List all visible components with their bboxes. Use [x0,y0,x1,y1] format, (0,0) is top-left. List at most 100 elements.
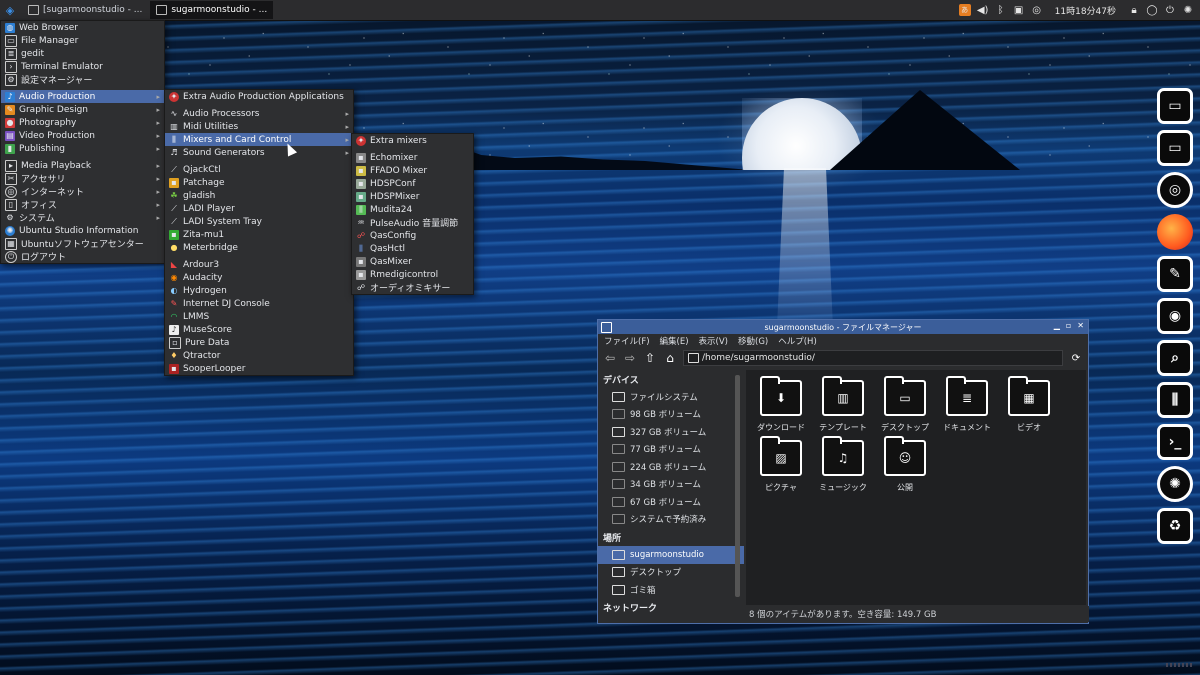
menu-item-internet[interactable]: ◎ インターネット ▸ [1,185,164,198]
window-titlebar[interactable]: sugarmoonstudio - ファイルマネージャー ▁ ▫ ✕ [598,320,1088,334]
sidebar-item-system-reserved[interactable]: システムで予約済み [598,511,744,529]
menu-item-settings-manager[interactable]: ⚙ 設定マネージャー [1,73,164,86]
folder-videos[interactable]: ▦ ビデオ [998,376,1060,440]
menu-item-pure-data[interactable]: ▫ Pure Data [165,336,353,349]
menu-item-extra-mixers[interactable]: ✦ Extra mixers [352,134,473,147]
menu-item-media-playback[interactable]: ▸ Media Playback ▸ [1,159,164,172]
close-icon[interactable]: ✕ [1077,321,1084,330]
menu-view[interactable]: 表示(V) [699,335,728,347]
sidebar-item-volume-98gb[interactable]: 98 GB ボリューム [598,406,744,424]
menu-item-graphic-design[interactable]: ✎ Graphic Design ▸ [1,103,164,116]
lock-icon[interactable]: 🔒︎ [1128,4,1140,16]
menu-item-musescore[interactable]: ♪ MuseScore [165,323,353,336]
back-arrow-icon[interactable]: ⇦ [603,351,617,365]
sidebar-item-volume-34gb[interactable]: 34 GB ボリューム [598,476,744,494]
menu-item-logout[interactable]: ⏻ ログアウト [1,250,164,263]
ubuntu-tray-icon[interactable]: ✺ [1182,4,1194,16]
menu-item-rmedigicontrol[interactable]: ▪ Rmedigicontrol [352,268,473,281]
sidebar-scrollbar[interactable] [735,375,740,597]
menu-item-gedit[interactable]: ≣ gedit [1,47,164,60]
menu-item-terminal[interactable]: › Terminal Emulator [1,60,164,73]
up-arrow-icon[interactable]: ⇧ [643,351,657,365]
menu-item-office[interactable]: ▯ オフィス ▸ [1,198,164,211]
sidebar-item-home[interactable]: sugarmoonstudio [598,546,744,564]
text-editor-icon[interactable]: ✎ [1157,256,1193,292]
user-icon[interactable]: ◯ [1146,4,1158,16]
menu-item-photography[interactable]: ● Photography ▸ [1,116,164,129]
menu-item-video-production[interactable]: ▤ Video Production ▸ [1,129,164,142]
folder-documents[interactable]: ≣ ドキュメント [936,376,998,440]
menu-item-midi-utilities[interactable]: ▥ Midi Utilities ▸ [165,120,353,133]
folder-desktop[interactable]: ▭ デスクトップ [874,376,936,440]
chrome-tray-icon[interactable]: ◎ [1031,4,1043,16]
menu-item-lmms[interactable]: ◠ LMMS [165,310,353,323]
menu-item-audio-mixer[interactable]: ☍ オーディオミキサー [352,281,473,294]
menu-item-hydrogen[interactable]: ◐ Hydrogen [165,284,353,297]
power-icon[interactable]: ⏻ [1164,4,1176,16]
menu-item-meterbridge[interactable]: ● Meterbridge [165,241,353,254]
firefox-icon[interactable] [1157,214,1193,250]
menu-item-patchage[interactable]: ▪ Patchage [165,176,353,189]
chrome-icon[interactable]: ◎ [1157,172,1193,208]
menu-file[interactable]: ファイル(F) [604,335,650,347]
menu-item-ffado-mixer[interactable]: ▪ FFADO Mixer [352,164,473,177]
desktop-icon[interactable]: ▭ [1157,88,1193,124]
menu-item-qasmixer[interactable]: ▪ QasMixer [352,255,473,268]
ubuntu-icon[interactable]: ✺ [1157,466,1193,502]
menu-item-ladi-system-tray[interactable]: ⟋ LADI System Tray [165,215,353,228]
folder-icon[interactable]: ▭ [1157,130,1193,166]
folder-public[interactable]: ☺ 公開 [874,436,936,500]
display-icon[interactable]: ▣ [1013,4,1025,16]
menu-item-idjc[interactable]: ✎ Internet DJ Console [165,297,353,310]
sidebar-item-volume-67gb[interactable]: 67 GB ボリューム [598,493,744,511]
forward-arrow-icon[interactable]: ⇨ [623,351,637,365]
menu-item-audacity[interactable]: ◉ Audacity [165,271,353,284]
menu-go[interactable]: 移動(G) [738,335,768,347]
menu-help[interactable]: ヘルプ(H) [778,335,817,347]
menu-item-sound-generators[interactable]: ♬ Sound Generators ▸ [165,146,353,159]
menu-item-mixers-card-control[interactable]: ⫼ Mixers and Card Control ▸ [165,133,353,146]
menu-item-pulseaudio-volume[interactable]: ♒ PulseAudio 音量調節 [352,216,473,229]
menu-item-software-center[interactable]: ▦ Ubuntuソフトウェアセンター [1,237,164,250]
menu-item-hdspmixer[interactable]: ▪ HDSPMixer [352,190,473,203]
taskbar-item-1[interactable]: [sugarmoonstudio - ... [22,1,148,19]
camera-icon[interactable]: ◉ [1157,298,1193,334]
taskbar-item-2[interactable]: sugarmoonstudio - ... [150,1,274,19]
menu-item-ardour3[interactable]: ◣ Ardour3 [165,258,353,271]
input-method-icon[interactable]: あ [958,4,971,16]
menu-item-qtractor[interactable]: ♦ Qtractor [165,349,353,362]
menu-item-qasconfig[interactable]: ☍ QasConfig [352,229,473,242]
maximize-icon[interactable]: ▫ [1066,321,1071,330]
menu-item-web-browser[interactable]: ◍ Web Browser [1,21,164,34]
reload-icon[interactable]: ⟳ [1069,351,1083,365]
sidebar-item-volume-327gb[interactable]: 327 GB ボリューム [598,423,744,441]
sidebar-item-trash[interactable]: ゴミ箱 [598,581,744,599]
menu-item-file-manager[interactable]: ▭ File Manager [1,34,164,47]
terminal-icon[interactable]: ›_ [1157,424,1193,460]
sidebar-item-filesystem[interactable]: ファイルシステム [598,388,744,406]
menu-item-audio-processors[interactable]: ∿ Audio Processors ▸ [165,107,353,120]
menu-item-publishing[interactable]: ▮ Publishing ▸ [1,142,164,155]
home-icon[interactable]: ⌂ [663,351,677,365]
clock[interactable]: 11時18分47秒 [1055,4,1116,17]
sidebar-item-volume-77gb[interactable]: 77 GB ボリューム [598,441,744,459]
menu-item-system[interactable]: ⚙ システム ▸ [1,211,164,224]
minimize-icon[interactable]: ▁ [1054,321,1060,330]
menu-item-echomixer[interactable]: ▪ Echomixer [352,151,473,164]
menu-item-ladi-player[interactable]: ⟋ LADI Player [165,202,353,215]
menu-item-audio-production[interactable]: ♪ Audio Production ▸ [1,90,164,103]
menu-item-hdspconf[interactable]: ▪ HDSPConf [352,177,473,190]
trash-icon[interactable]: ♻ [1157,508,1193,544]
menu-item-mudita24[interactable]: ⫼ Mudita24 [352,203,473,216]
menu-item-accessories[interactable]: ✂ アクセサリ ▸ [1,172,164,185]
mixer-icon[interactable]: ⫼ [1157,382,1193,418]
bluetooth-icon[interactable]: ᛒ [995,4,1007,16]
location-bar[interactable]: /home/sugarmoonstudio/ [683,350,1063,366]
sidebar-item-volume-224gb[interactable]: 224 GB ボリューム [598,458,744,476]
folder-pictures[interactable]: ▨ ピクチャ [750,436,812,500]
menu-item-ubuntu-studio-info[interactable]: ✺ Ubuntu Studio Information [1,224,164,237]
menu-item-qashctl[interactable]: ⫼ QasHctl [352,242,473,255]
applications-menu-button[interactable]: ◈ [0,0,20,20]
menu-item-extra-audio-apps[interactable]: ✦ Extra Audio Production Applications [165,90,353,103]
sidebar-item-desktop[interactable]: デスクトップ [598,564,744,582]
